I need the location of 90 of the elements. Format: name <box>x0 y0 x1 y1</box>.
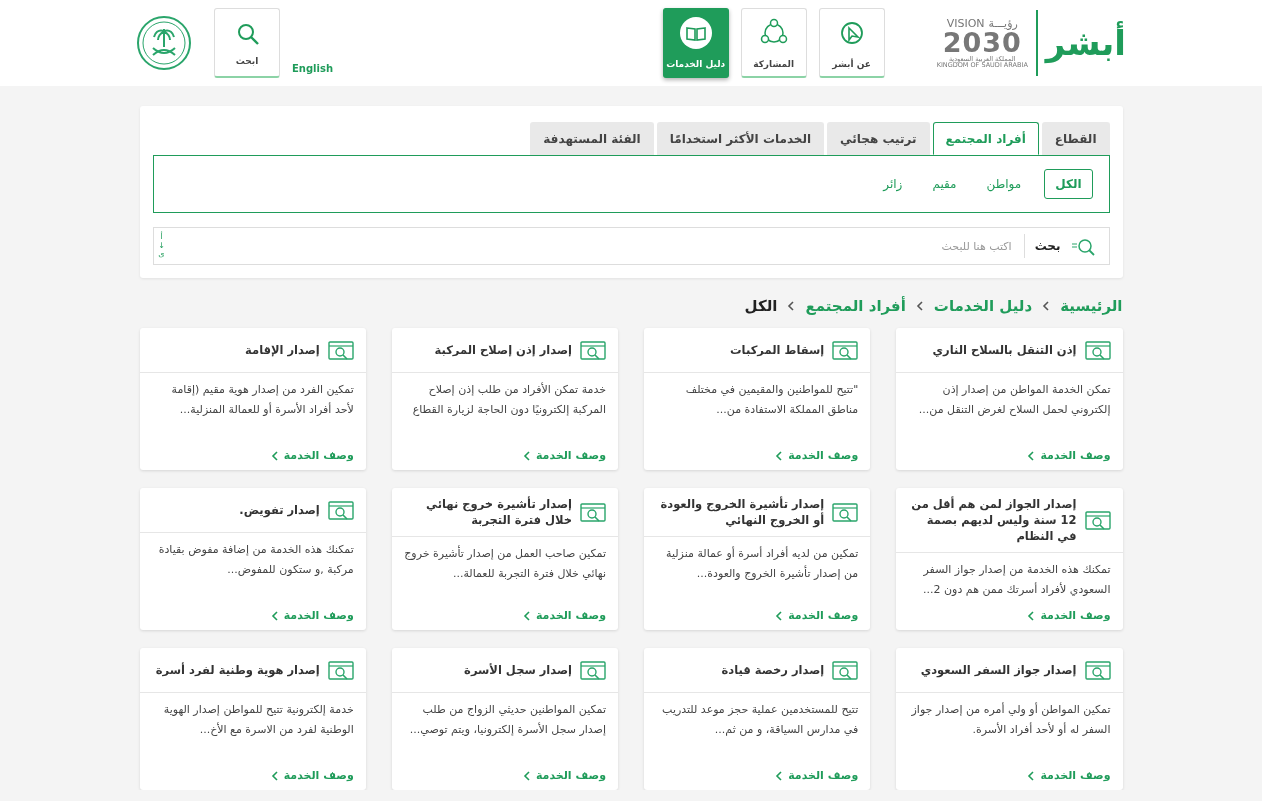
search-window-icon <box>1084 509 1111 531</box>
language-link[interactable]: English <box>292 63 334 74</box>
breadcrumb-link[interactable]: أفراد المجتمع <box>805 297 906 315</box>
chevron-icon <box>787 301 796 311</box>
service-description-link[interactable]: وصف الخدمة <box>258 609 366 630</box>
search-window-icon <box>580 659 606 681</box>
service-title: إذن التنقل بالسلاح الناري <box>932 342 1077 358</box>
chevron-icon <box>522 610 531 621</box>
service-description-link[interactable]: وصف الخدمة <box>510 769 618 790</box>
service-description: تمكن الخدمة المواطن من إصدار إذن إلكتروني لحمل السلاح لغرض التنقل من... <box>917 382 1112 418</box>
service-title: إصدار تفويض. <box>239 502 320 518</box>
chevron-icon <box>915 301 924 311</box>
service-description-link[interactable]: وصف الخدمة <box>763 609 871 630</box>
search-window-icon <box>832 501 859 523</box>
service-description-link[interactable]: وصف الخدمة <box>1015 609 1123 630</box>
service-description: تمكنك هذه الخدمة من إضافة مفوض بقيادة مركبة ,و ستكون للمفوض... <box>157 542 355 578</box>
chevron-icon <box>1042 301 1051 311</box>
search-tile[interactable]: ابحث <box>214 8 280 78</box>
chevron-icon <box>270 450 279 461</box>
chevron-icon <box>270 610 279 621</box>
category-tab[interactable]: ترتيب هجائي <box>827 122 930 155</box>
nav-tile[interactable]: عن أبشر <box>818 8 885 78</box>
service-description-link[interactable]: وصف الخدمة <box>258 449 366 470</box>
filter-option[interactable]: مقيم <box>921 169 968 199</box>
breadcrumb-link[interactable]: دليل الخدمات <box>933 297 1033 315</box>
filter-option[interactable]: الكل <box>1044 169 1093 199</box>
search-window-icon <box>327 659 354 681</box>
search-window-icon <box>580 339 606 361</box>
chevron-icon <box>522 770 531 781</box>
service-description: تمكين صاحب العمل من إصدار تأشيرة خروج نهائي خلال فترة التجربة للعمالة... <box>403 544 607 582</box>
search-icon <box>1070 236 1095 256</box>
service-description: تمكين المواطن أو ولي أمره من إصدار جواز السفر له أو لأحد أفراد الأسرة. <box>910 701 1112 738</box>
chevron-icon <box>270 770 279 781</box>
service-title: إسقاط المركبات <box>730 342 825 358</box>
chevron-icon <box>775 610 784 621</box>
service-description-link[interactable]: وصف الخدمة <box>510 609 618 630</box>
service-description: تمكين من لديه أفراد أسرة أو عمالة منزلية من إصدار تأشيرة الخروج والعودة... <box>665 545 860 582</box>
service-title: إصدار جواز السفر السعودي <box>920 662 1077 678</box>
nav-tile[interactable]: المشاركة <box>740 8 807 78</box>
search-window-icon <box>580 501 606 523</box>
filter-option[interactable]: مواطن <box>975 169 1033 199</box>
chevron-icon <box>1027 770 1036 781</box>
nav-tile[interactable]: دليل الخدمات <box>662 8 729 78</box>
service-description: تمكين المواطنين حديثي الزواج من طلب إصدار سجل الأسرة إلكترونيا، ويتم توصي... <box>408 702 607 738</box>
search-window-icon <box>832 339 859 361</box>
category-tab[interactable]: القطاع <box>1041 122 1110 155</box>
service-title: إصدار إذن إصلاح المركبة <box>434 342 572 358</box>
service-title: إصدار الجواز لمن هم أقل من 12 سنة وليس لديهم بصمة في النظام <box>910 496 1077 544</box>
service-description: تمكين الفرد من إصدار هوية مقيم (إقامة لأحد أفراد الأسرة أو للعمالة المنزلية... <box>170 382 355 418</box>
service-description-link[interactable]: وصف الخدمة <box>1015 769 1123 790</box>
service-description-link[interactable]: وصف الخدمة <box>258 769 366 790</box>
vision-label: VISION <box>946 17 985 29</box>
sort-indicator[interactable]: أ↓ى <box>157 232 166 260</box>
logo-wordmark: أبشر <box>1045 20 1126 66</box>
breadcrumb-link[interactable]: الرئيسية <box>1060 297 1123 315</box>
category-tab[interactable]: الخدمات الأكثر استخدامًا <box>656 122 825 155</box>
search-window-icon <box>1084 339 1111 361</box>
search-field[interactable]: بحث اكتب هنا للبحث أ↓ى <box>152 227 1110 265</box>
search-window-icon <box>327 499 354 521</box>
service-description: خدمة تمكن الأفراد من طلب إذن إصلاح المركبة إلكترونيًا دون الحاجة لزيارة القطاع <box>411 381 607 418</box>
service-description: "تتيح للمواطنين والمقيمين في مختلف مناطق المملكة الاستفادة من... <box>684 382 860 418</box>
chevron-icon <box>522 450 531 461</box>
search-window-icon <box>832 659 859 681</box>
vision-year: 2030 <box>942 28 1022 56</box>
service-title: إصدار رخصة قيادة <box>721 662 825 678</box>
vision-label: رؤيـــة <box>988 17 1018 29</box>
service-description: تمكنك هذه الخدمة من إصدار جواز السفر السعودي لأفراد أسرتك ممن هم دون 2... <box>922 562 1112 598</box>
service-description: تتيح للمستخدمين عملية حجز موعد للتدريب في مدارس السياقة، و من ثم... <box>661 702 860 738</box>
breadcrumb-link[interactable]: الكل <box>744 297 778 315</box>
service-title: إصدار تأشيرة خروج نهائي خلال فترة التجربة <box>425 496 572 528</box>
service-description-link[interactable]: وصف الخدمة <box>1015 449 1123 470</box>
service-description-link[interactable]: وصف الخدمة <box>510 449 618 470</box>
chevron-icon <box>775 450 784 461</box>
service-title: إصدار سجل الأسرة <box>464 662 572 678</box>
search-window-icon <box>1084 659 1111 681</box>
category-tab[interactable]: الفئة المستهدفة <box>530 122 654 155</box>
search-label: بحث <box>1034 239 1061 253</box>
service-title: إصدار تأشيرة الخروج والعودة أو الخروج النهائي <box>659 496 825 528</box>
search-window-icon <box>327 339 354 361</box>
service-description-link[interactable]: وصف الخدمة <box>763 769 871 790</box>
service-title: إصدار الإقامة <box>245 342 320 358</box>
filter-option[interactable]: زائر <box>872 169 914 199</box>
category-tab[interactable]: أفراد المجتمع <box>932 122 1039 155</box>
service-description-link[interactable]: وصف الخدمة <box>763 449 871 470</box>
service-title: إصدار هوية وطنية لفرد أسرة <box>155 662 320 678</box>
service-description: خدمة إلكترونية تتيح للمواطن إصدار الهوية الوطنية لفرد من الاسرة مع الأخ... <box>162 702 355 738</box>
book-icon <box>679 16 712 49</box>
chevron-icon <box>775 770 784 781</box>
chevron-icon <box>1027 610 1036 621</box>
chevron-icon <box>1027 450 1036 461</box>
